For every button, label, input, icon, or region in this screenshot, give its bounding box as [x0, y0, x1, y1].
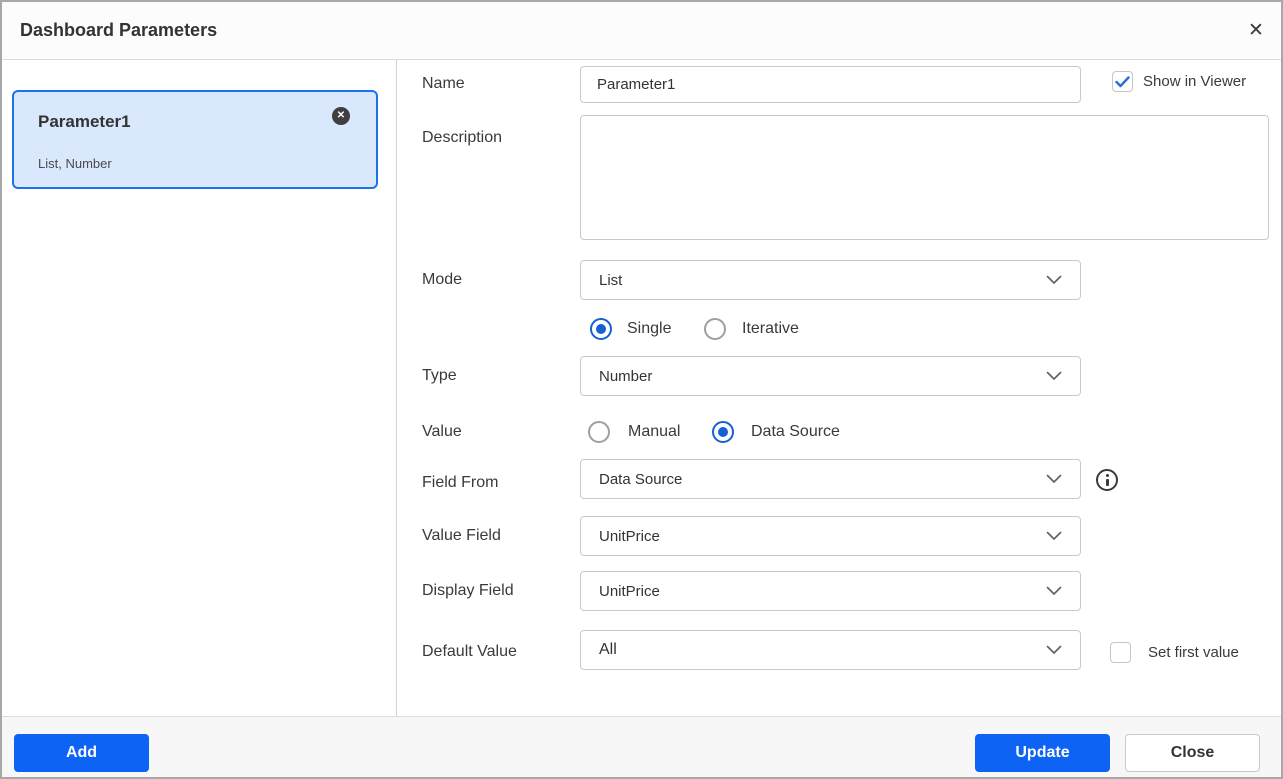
chevron-down-icon — [1046, 531, 1062, 541]
field-from-dropdown-value: Data Source — [599, 471, 1046, 488]
chevron-down-icon — [1046, 275, 1062, 285]
mode-dropdown-value: List — [599, 272, 1046, 289]
name-label: Name — [422, 72, 465, 96]
description-label: Description — [422, 126, 502, 150]
type-label: Type — [422, 364, 457, 388]
value-field-dropdown-value: UnitPrice — [599, 528, 1046, 545]
show-in-viewer-label[interactable]: Show in Viewer — [1143, 71, 1246, 92]
mode-dropdown[interactable]: List — [580, 260, 1081, 300]
value-field-dropdown[interactable]: UnitPrice — [580, 516, 1081, 556]
chevron-down-icon — [1046, 371, 1062, 381]
chevron-down-icon — [1046, 586, 1062, 596]
field-from-label: Field From — [422, 471, 498, 495]
default-value-dropdown-value: All — [599, 641, 1046, 659]
update-button[interactable]: Update — [975, 734, 1110, 772]
field-from-dropdown[interactable]: Data Source — [580, 459, 1081, 499]
manual-radio[interactable] — [588, 421, 610, 443]
parameter-list-panel: Parameter1 List, Number ✕ — [2, 60, 397, 720]
close-button[interactable]: Close — [1125, 734, 1260, 772]
mode-label: Mode — [422, 268, 462, 292]
manual-radio-label[interactable]: Manual — [628, 421, 680, 443]
display-field-label: Display Field — [422, 579, 514, 603]
default-value-label: Default Value — [422, 640, 517, 664]
type-dropdown[interactable]: Number — [580, 356, 1081, 396]
add-button[interactable]: Add — [14, 734, 149, 772]
data-source-radio[interactable] — [712, 421, 734, 443]
info-icon[interactable] — [1096, 469, 1118, 491]
name-input[interactable] — [580, 66, 1081, 103]
display-field-dropdown-value: UnitPrice — [599, 583, 1046, 600]
set-first-value-label[interactable]: Set first value — [1148, 642, 1239, 663]
single-radio-label[interactable]: Single — [627, 318, 671, 340]
iterative-radio-label[interactable]: Iterative — [742, 318, 799, 340]
single-radio[interactable] — [590, 318, 612, 340]
chevron-down-icon — [1046, 645, 1062, 655]
chevron-down-icon — [1046, 474, 1062, 484]
type-dropdown-value: Number — [599, 368, 1046, 385]
default-value-dropdown[interactable]: All — [580, 630, 1081, 670]
set-first-value-checkbox[interactable] — [1110, 642, 1131, 663]
remove-parameter-icon[interactable]: ✕ — [332, 107, 350, 125]
description-textarea[interactable] — [580, 115, 1269, 240]
dialog-close-icon[interactable]: ✕ — [1244, 19, 1268, 43]
dialog-footer: Add Update Close — [2, 716, 1281, 777]
value-field-label: Value Field — [422, 524, 501, 548]
value-label: Value — [422, 420, 462, 444]
parameter-item-title: Parameter1 — [38, 112, 131, 132]
data-source-radio-label[interactable]: Data Source — [751, 421, 840, 443]
parameter-list-item[interactable]: Parameter1 List, Number ✕ — [12, 90, 378, 189]
info-icon-stem — [1106, 479, 1109, 486]
dialog-header: Dashboard Parameters ✕ — [2, 2, 1281, 60]
iterative-radio[interactable] — [704, 318, 726, 340]
dialog-title: Dashboard Parameters — [20, 2, 217, 59]
info-icon-dot — [1106, 474, 1109, 477]
display-field-dropdown[interactable]: UnitPrice — [580, 571, 1081, 611]
dashboard-parameters-dialog: Dashboard Parameters ✕ Parameter1 List, … — [0, 0, 1283, 779]
checkmark-icon — [1115, 76, 1130, 88]
parameter-item-subtitle: List, Number — [38, 156, 112, 171]
show-in-viewer-checkbox[interactable] — [1112, 71, 1133, 92]
